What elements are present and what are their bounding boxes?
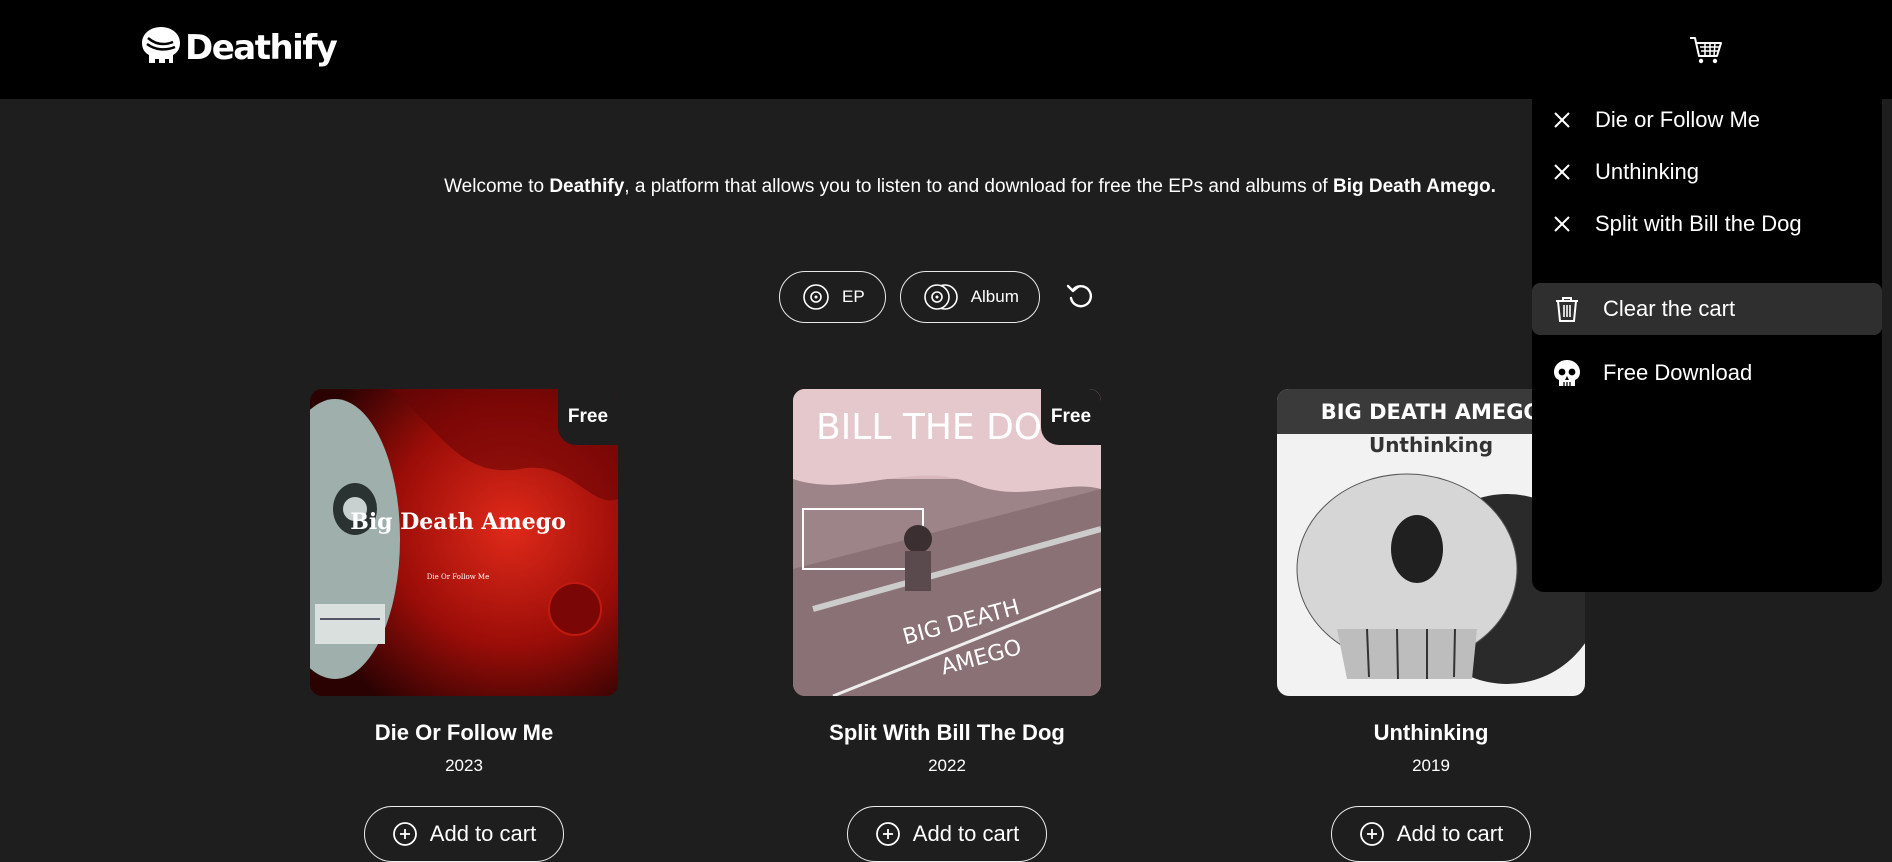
- remove-item-icon[interactable]: [1552, 162, 1572, 182]
- add-to-cart-button[interactable]: Add to cart: [364, 806, 564, 862]
- free-badge: Free: [1041, 389, 1101, 445]
- plus-circle-icon: [392, 822, 417, 846]
- add-to-cart-label: Add to cart: [1396, 821, 1504, 846]
- album-year: 2019: [1412, 756, 1450, 775]
- free-badge: Free: [558, 389, 618, 445]
- filter-ep-label: EP: [842, 287, 865, 306]
- cart-button[interactable]: [1688, 32, 1724, 68]
- welcome-prefix: Welcome to: [444, 176, 550, 197]
- add-to-cart-button[interactable]: Add to cart: [847, 806, 1047, 862]
- cart-item-name: Die or Follow Me: [1595, 107, 1761, 132]
- filter-album-button[interactable]: Album: [899, 271, 1040, 323]
- album-year: 2022: [928, 756, 966, 775]
- welcome-artist: Big Death Amego.: [1332, 176, 1496, 197]
- welcome-brand: Deathify: [549, 176, 625, 197]
- clear-cart-button[interactable]: Clear the cart: [1532, 283, 1882, 335]
- trash-icon: [1556, 297, 1578, 322]
- cart-item: Die or Follow Me: [1532, 100, 1882, 140]
- free-download-label: Free Download: [1603, 360, 1753, 385]
- cover-top-text: BILL THE DOG: [816, 407, 1070, 448]
- free-download-button[interactable]: Free Download: [1532, 347, 1882, 399]
- add-to-cart-label: Add to cart: [429, 821, 537, 846]
- cart-item: Unthinking: [1532, 152, 1882, 192]
- shopping-cart-icon: [1690, 37, 1722, 64]
- album-title: Die Or Follow Me: [374, 720, 554, 745]
- filter-ep-button[interactable]: EP: [779, 271, 886, 323]
- brand-logo[interactable]: Deathify: [139, 24, 338, 72]
- top-bar: Deathify: [0, 0, 1892, 99]
- remove-item-icon[interactable]: [1552, 110, 1572, 130]
- cart-item-name: Unthinking: [1595, 159, 1699, 184]
- album-title: Split With Bill The Dog: [829, 720, 1065, 745]
- album-card: BILL THE DOG BIG DEATH AMEGO Free Split …: [793, 389, 1101, 862]
- plus-circle-icon: [875, 822, 900, 846]
- cover-artist-text: Big Death Amego: [350, 509, 566, 535]
- add-to-cart-label: Add to cart: [912, 821, 1020, 846]
- welcome-middle: , a platform that allows you to listen t…: [624, 176, 1333, 197]
- cart-item: Split with Bill the Dog: [1532, 204, 1882, 244]
- brand-name: Deathify: [185, 28, 338, 68]
- filter-album-label: Album: [970, 287, 1019, 306]
- refresh-icon: [1066, 284, 1092, 308]
- double-disc-icon: [923, 284, 958, 310]
- skull-logo-icon: [139, 24, 183, 72]
- album-title: Unthinking: [1373, 720, 1489, 745]
- clear-cart-label: Clear the cart: [1603, 296, 1736, 321]
- cart-dropdown: Die or Follow Me Unthinking Split with B…: [1532, 99, 1882, 592]
- cover-subtitle-text: Die Or Follow Me: [427, 573, 489, 581]
- add-to-cart-button[interactable]: Add to cart: [1331, 806, 1531, 862]
- skull-icon: [1554, 360, 1580, 386]
- cover-subtitle-text: Unthinking: [1369, 433, 1493, 457]
- album-cover[interactable]: Big Death Amego Die Or Follow Me Free: [310, 389, 618, 696]
- reset-filters-button[interactable]: [1065, 281, 1095, 311]
- album-card: Big Death Amego Die Or Follow Me Free Di…: [310, 389, 618, 862]
- filter-bar: EP Album: [779, 271, 1040, 323]
- album-year: 2023: [445, 756, 483, 775]
- cover-artist-text: BIG DEATH AMEGO: [1321, 400, 1542, 424]
- plus-circle-icon: [1359, 822, 1384, 846]
- remove-item-icon[interactable]: [1552, 214, 1572, 234]
- cart-item-name: Split with Bill the Dog: [1595, 211, 1802, 236]
- album-cover[interactable]: BILL THE DOG BIG DEATH AMEGO Free: [793, 389, 1101, 696]
- disc-icon: [803, 284, 829, 310]
